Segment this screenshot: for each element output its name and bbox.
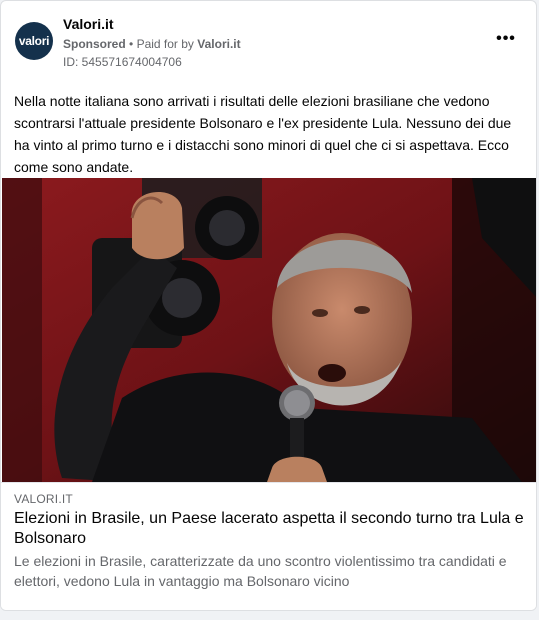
ad-id: ID: 545571674004706: [63, 55, 182, 69]
post-meta: Valori.it Sponsored • Paid for by Valori…: [63, 15, 241, 71]
paid-for-prefix: Paid for by: [136, 37, 194, 51]
link-description: Le elezioni in Brasile, caratterizzate d…: [14, 553, 507, 589]
post-body-text: Nella notte italiana sono arrivati i ris…: [14, 93, 512, 175]
more-options-icon[interactable]: •••: [494, 30, 518, 47]
ad-card: valori Valori.it Sponsored • Paid for by…: [0, 0, 537, 611]
sponsor-line: Sponsored • Paid for by Valori.it: [63, 35, 241, 53]
sponsored-label: Sponsored: [63, 37, 126, 51]
paid-for-name: Valori.it: [197, 37, 241, 51]
avatar[interactable]: valori: [15, 22, 53, 60]
post-header: valori Valori.it Sponsored • Paid for by…: [13, 15, 524, 73]
link-domain: VALORI.IT: [14, 492, 73, 506]
page-name[interactable]: Valori.it: [63, 15, 241, 33]
article-photo[interactable]: [2, 178, 536, 482]
avatar-logo-text: valori: [18, 34, 50, 48]
link-preview[interactable]: VALORI.IT Elezioni in Brasile, un Paese …: [1, 482, 536, 610]
link-headline[interactable]: Elezioni in Brasile, un Paese lacerato a…: [14, 509, 524, 549]
photo-illustration: [2, 178, 536, 482]
separator: •: [129, 37, 134, 51]
